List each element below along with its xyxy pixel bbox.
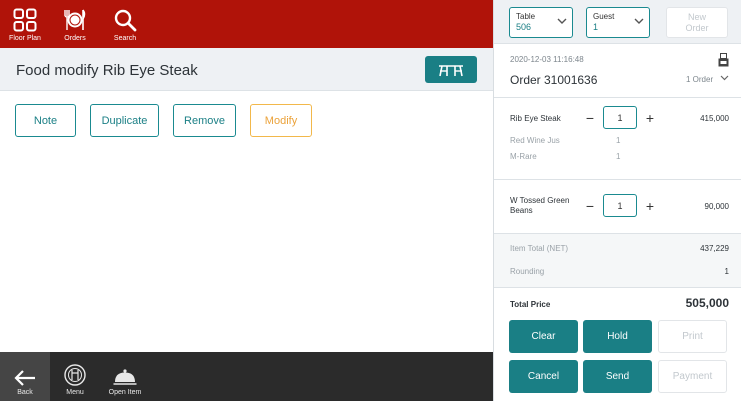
clear-button[interactable]: Clear [509, 320, 578, 353]
hold-button[interactable]: Hold [583, 320, 652, 353]
left-pane: Floor Plan Orders Search Food modify Rib… [0, 0, 493, 401]
floor-plan-icon [13, 8, 37, 32]
page-title: Food modify Rib Eye Steak [16, 62, 198, 79]
cloche-icon [113, 369, 137, 385]
payment-button[interactable]: Payment [658, 360, 727, 393]
chevron-down-icon [557, 18, 567, 24]
order-header: 2020-12-03 11:16:48 Order 31001636 1 Ord… [494, 44, 741, 98]
order-count[interactable]: 1 Order [686, 75, 713, 84]
order-item-price: 90,000 [704, 202, 729, 211]
duplicate-button[interactable]: Duplicate [90, 104, 159, 137]
new-order-label-line1: New [687, 12, 706, 22]
order-name: Order 31001636 [510, 73, 598, 87]
chevron-down-icon [634, 18, 644, 24]
quantity-field[interactable]: 1 [603, 194, 637, 217]
order-panel: Table 506 Guest 1 New Order 2020-12-03 1… [493, 0, 741, 401]
decrease-quantity-button[interactable]: − [580, 106, 600, 129]
quantity-stepper: − 1 + [580, 106, 660, 129]
order-datetime: 2020-12-03 11:16:48 [510, 55, 584, 64]
table-icon [439, 64, 463, 76]
rounding-label: Rounding [510, 267, 545, 276]
new-order-button[interactable]: New Order [666, 7, 728, 38]
item-total-label: Item Total (NET) [510, 244, 569, 253]
page-title-bar: Food modify Rib Eye Steak [0, 48, 493, 91]
order-totals: Item Total (NET) 437,229 Rounding 1 [494, 234, 741, 288]
orders-button[interactable]: Orders [50, 0, 100, 48]
floor-plan-button[interactable]: Floor Plan [0, 0, 50, 48]
top-nav-bar: Floor Plan Orders Search [0, 0, 493, 48]
table-select[interactable]: Table 506 [509, 7, 573, 38]
search-icon [114, 9, 137, 32]
orders-label: Orders [64, 35, 86, 42]
back-button[interactable]: Back [0, 352, 50, 401]
floor-plan-label: Floor Plan [9, 35, 41, 42]
new-order-label-line2: Order [685, 23, 709, 33]
modifier-qty: 1 [616, 152, 621, 161]
search-button[interactable]: Search [100, 0, 150, 48]
bottom-nav-bar: Back Menu Open Item [0, 352, 493, 401]
order-item-price: 415,000 [700, 114, 729, 123]
note-button[interactable]: Note [15, 104, 76, 137]
modifier-name: M-Rare [510, 152, 537, 161]
menu-label: Menu [66, 389, 84, 396]
total-price-value: 505,000 [685, 296, 729, 310]
guest-select[interactable]: Guest 1 [586, 7, 650, 38]
chevron-down-icon[interactable] [720, 75, 729, 81]
send-button[interactable]: Send [583, 360, 652, 393]
cancel-button[interactable]: Cancel [509, 360, 578, 393]
modify-button[interactable]: Modify [250, 104, 312, 137]
plate-cutlery-icon [64, 9, 86, 30]
order-item[interactable]: W Tossed Green Beans − 1 + 90,000 [494, 180, 741, 234]
print-button[interactable]: Print [658, 320, 727, 353]
search-label: Search [113, 35, 137, 42]
order-item-name: W Tossed Green Beans [510, 196, 570, 215]
open-item-button[interactable]: Open Item [102, 352, 148, 401]
table-view-button[interactable] [425, 56, 477, 83]
printer-icon[interactable] [718, 53, 729, 67]
increase-quantity-button[interactable]: + [640, 194, 660, 217]
open-item-label: Open Item [108, 389, 142, 396]
total-price-label: Total Price [510, 300, 551, 309]
order-item[interactable]: Rib Eye Steak − 1 + 415,000 Red Wine Jus… [494, 98, 741, 180]
modifier-name: Red Wine Jus [510, 136, 560, 145]
order-item-name: Rib Eye Steak [510, 114, 561, 123]
quantity-field[interactable]: 1 [603, 106, 637, 129]
increase-quantity-button[interactable]: + [640, 106, 660, 129]
modifier-qty: 1 [616, 136, 621, 145]
menu-button[interactable]: Menu [50, 352, 100, 401]
menu-plate-icon [64, 364, 86, 386]
rounding-value: 1 [724, 267, 729, 276]
order-selectors: Table 506 Guest 1 New Order [494, 0, 741, 44]
remove-button[interactable]: Remove [173, 104, 236, 137]
payment-section: Total Price 505,000 Clear Hold Print Can… [494, 288, 741, 401]
item-total-value: 437,229 [700, 244, 729, 253]
arrow-left-icon [14, 370, 35, 386]
quantity-stepper: − 1 + [580, 194, 660, 217]
item-actions: Note Duplicate Remove Modify [15, 104, 326, 137]
back-label: Back [17, 389, 33, 396]
decrease-quantity-button[interactable]: − [580, 194, 600, 217]
